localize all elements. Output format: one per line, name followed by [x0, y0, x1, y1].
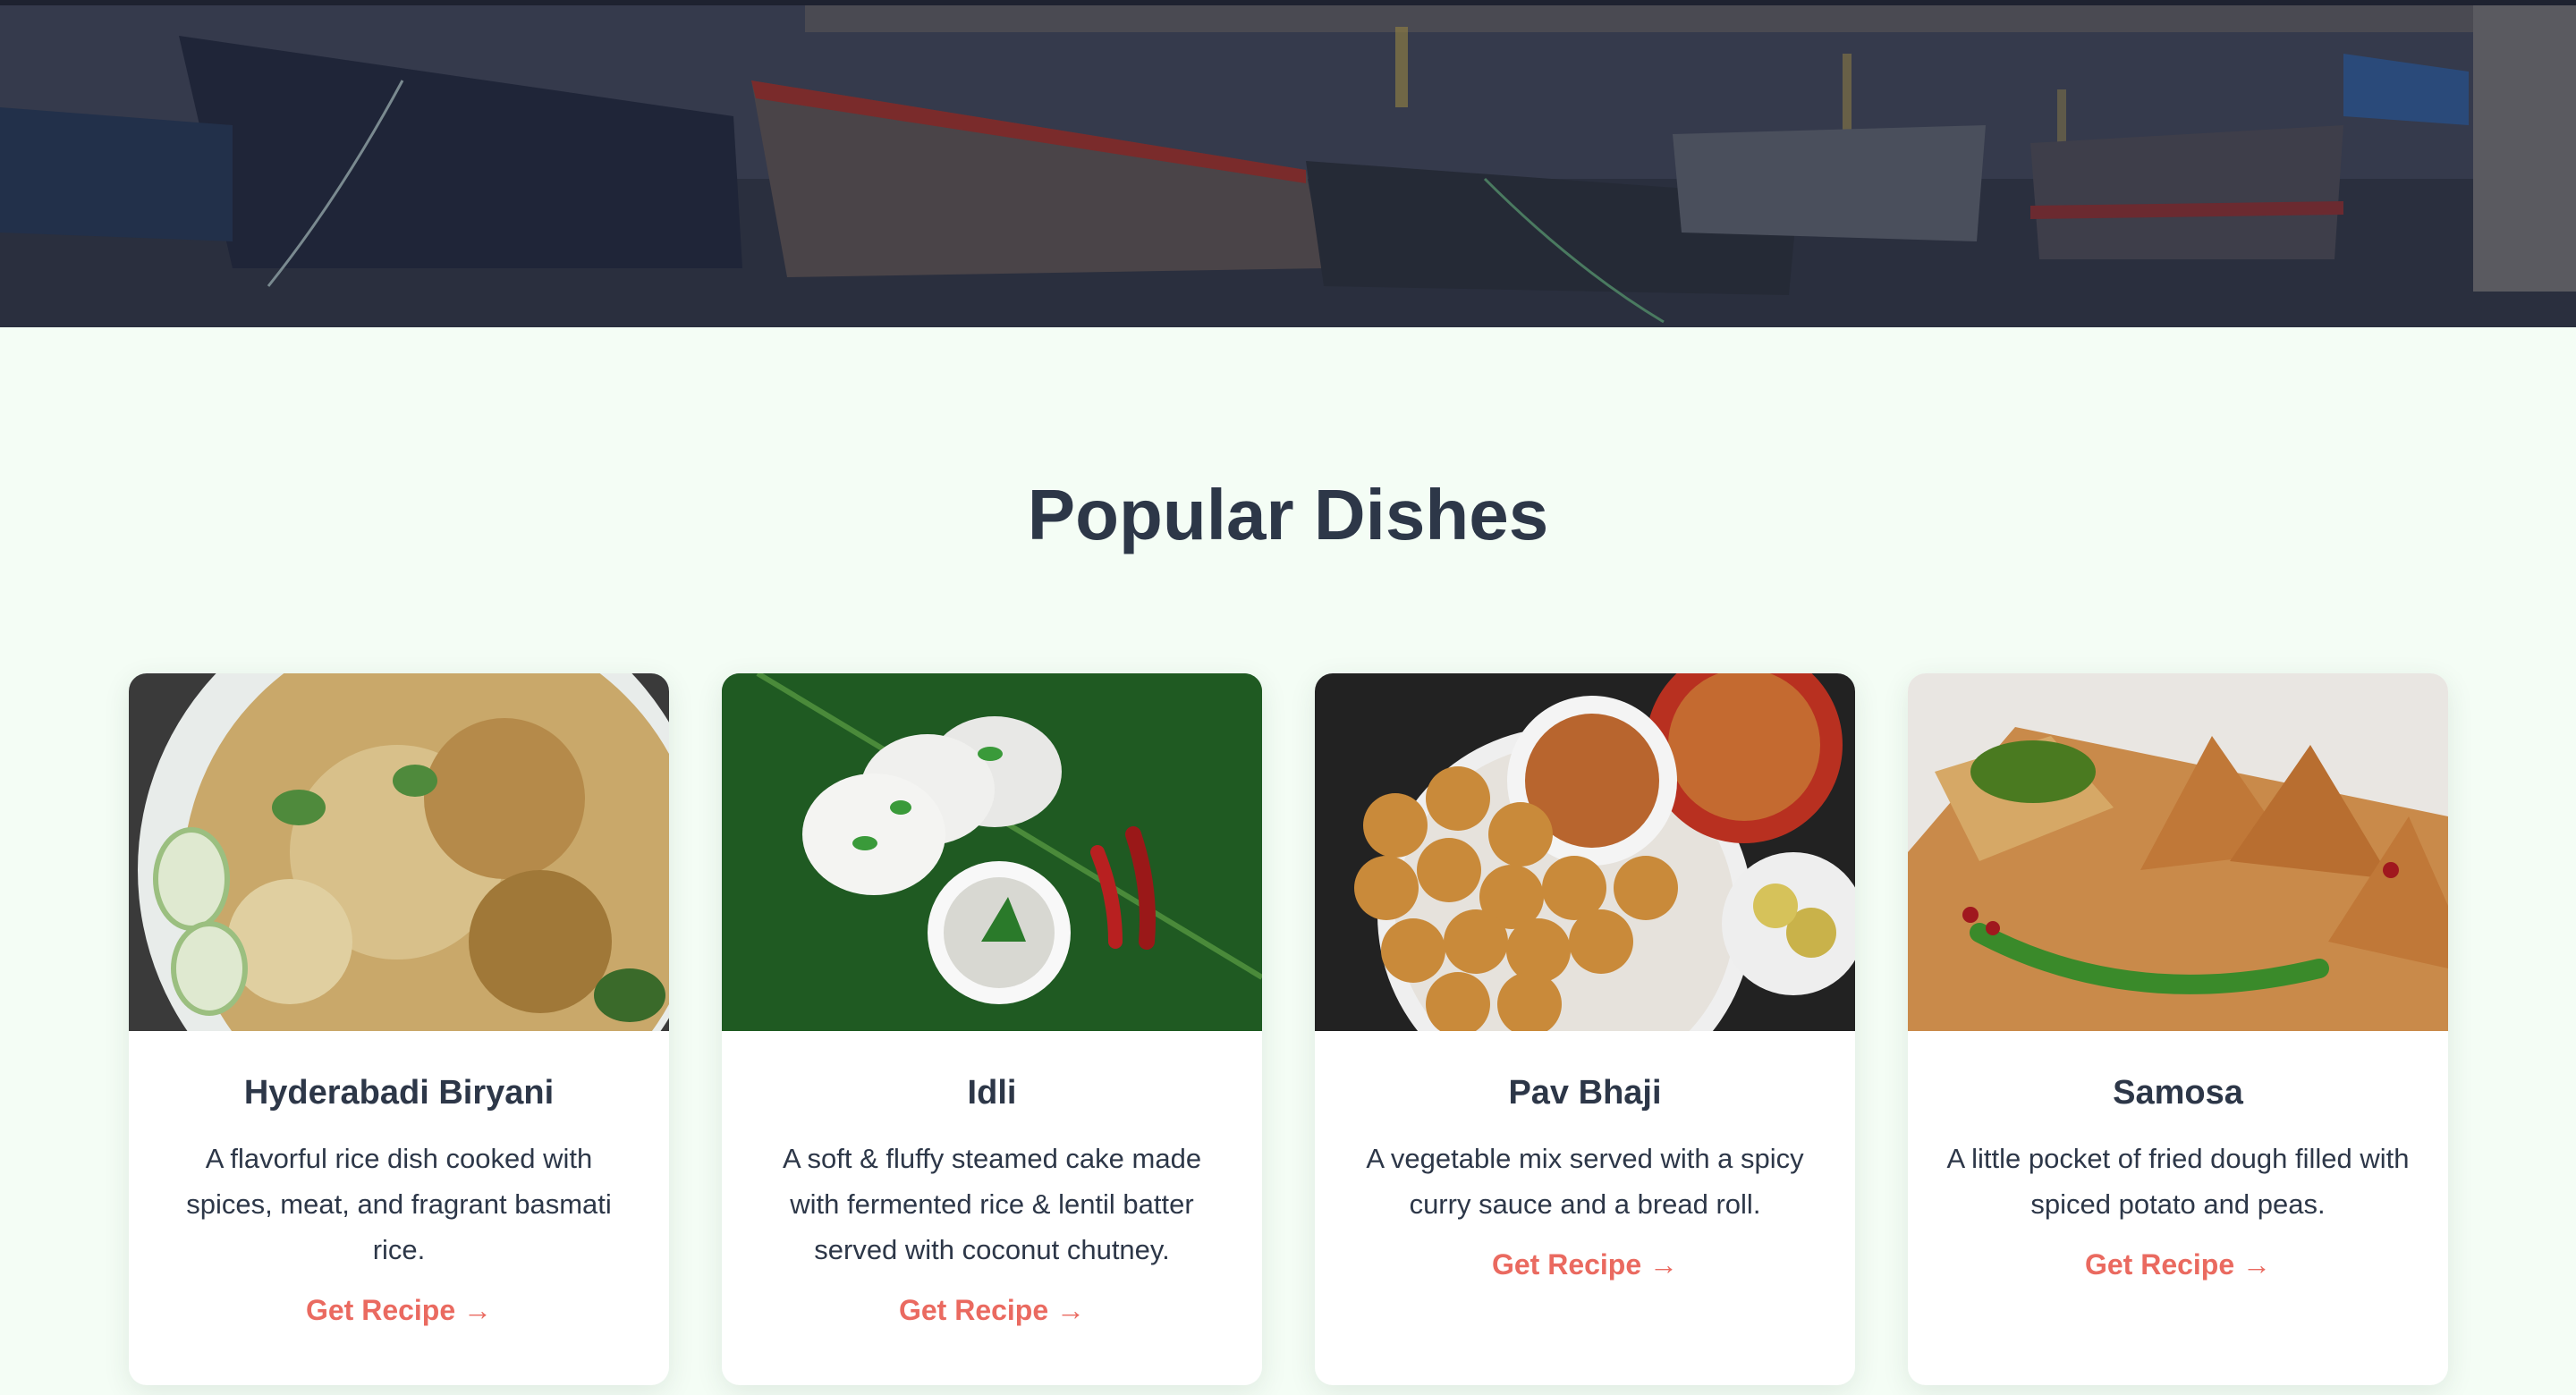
get-recipe-link[interactable]: Get Recipe → — [722, 1294, 1262, 1327]
dish-card: Idli A soft & fluffy steamed cake made w… — [722, 673, 1262, 1385]
hero-banner — [0, 0, 2576, 327]
pav-bhaji-image — [1315, 673, 1855, 1031]
dish-name: Hyderabadi Biryani — [243, 1074, 555, 1112]
dish-name: Pav Bhaji — [1508, 1074, 1662, 1112]
dish-card: Samosa A little pocket of fried dough fi… — [1908, 673, 2448, 1385]
dish-description: A little pocket of fried dough filled wi… — [1946, 1143, 2410, 1220]
boats-on-river-image — [0, 0, 2576, 327]
dish-card: Hyderabadi Biryani A flavorful rice dish… — [129, 673, 669, 1385]
idli-image — [722, 673, 1262, 1031]
dish-name: Idli — [967, 1074, 1017, 1112]
get-recipe-link[interactable]: Get Recipe → — [129, 1294, 669, 1327]
section-title: Popular Dishes — [1027, 475, 1549, 554]
get-recipe-link[interactable]: Get Recipe → — [1315, 1248, 1855, 1281]
dish-description: A soft & fluffy steamed cake made with f… — [782, 1143, 1202, 1265]
biryani-image — [129, 673, 669, 1031]
dish-card: Pav Bhaji A vegetable mix served with a … — [1315, 673, 1855, 1385]
dish-description: A flavorful rice dish cooked with spices… — [186, 1143, 612, 1265]
samosa-image — [1908, 673, 2448, 1031]
dish-name: Samosa — [2113, 1074, 2243, 1112]
dish-description: A vegetable mix served with a spicy curr… — [1366, 1143, 1804, 1220]
get-recipe-link[interactable]: Get Recipe → — [1908, 1248, 2448, 1281]
